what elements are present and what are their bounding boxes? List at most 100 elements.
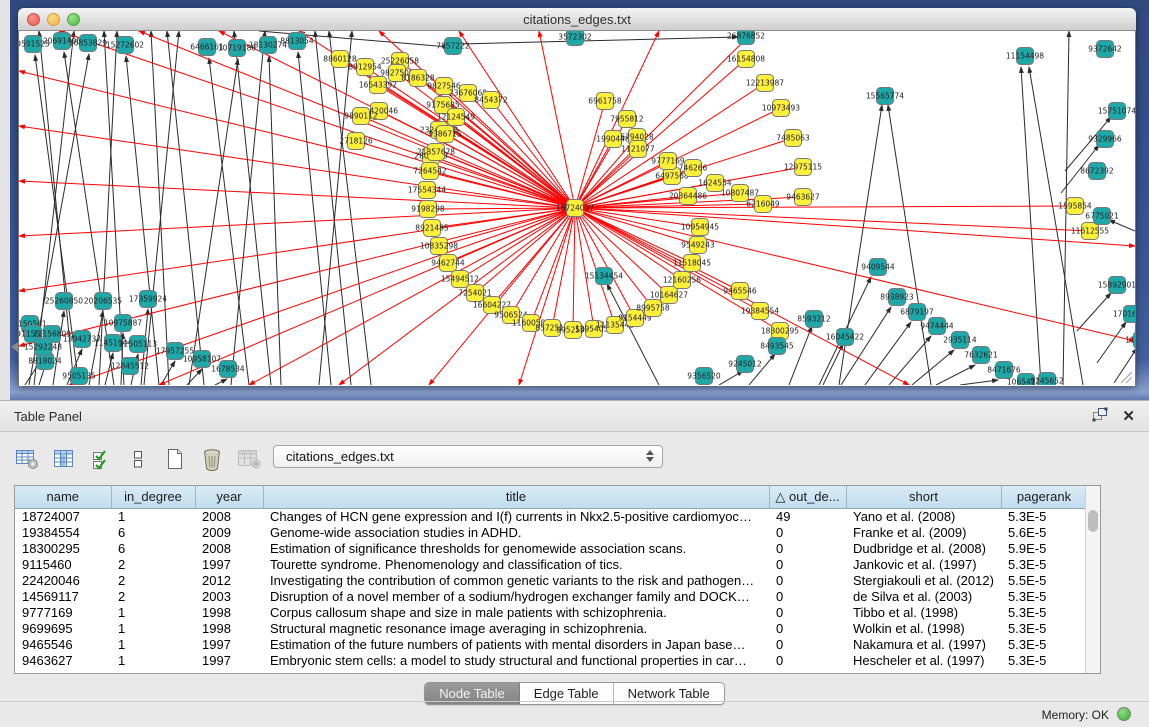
graph-edge[interactable] (719, 371, 743, 385)
graph-node-label: 11518045 (673, 259, 711, 268)
graph-edge[interactable] (552, 208, 575, 328)
network-canvas[interactable]: 8860128891295425226058982750816543392818… (18, 31, 1136, 386)
graph-edge[interactable] (539, 31, 575, 208)
graph-edge[interactable] (1021, 67, 1041, 385)
graph-edge[interactable] (429, 208, 575, 385)
select-rows-icon[interactable] (88, 446, 114, 472)
table-cell: 0 (769, 524, 846, 540)
table-cell: Yano et al. (2008) (846, 508, 1001, 524)
graph-edge[interactable] (1077, 293, 1111, 331)
graph-edge[interactable] (460, 208, 575, 279)
graph-edge[interactable] (19, 208, 575, 346)
graph-node-label: 9198298 (411, 205, 445, 214)
graph-node-label: 16853829 (69, 39, 107, 48)
column-header[interactable]: in_degree (111, 486, 195, 508)
graph-node-label: 18724007 (556, 204, 594, 213)
column-header[interactable]: name (15, 486, 111, 508)
graph-edge[interactable] (936, 365, 975, 385)
network-window-titlebar[interactable]: citations_edges.txt (18, 8, 1136, 31)
graph-edge[interactable] (1109, 220, 1135, 231)
graph-edge[interactable] (356, 141, 575, 208)
graph-edge[interactable] (249, 208, 575, 385)
graph-edge[interactable] (315, 31, 351, 385)
table-row[interactable]: 1830029562008Estimation of significance … (15, 540, 1087, 556)
import-table-icon-disabled[interactable] (236, 446, 262, 472)
table-mode-icon[interactable] (14, 446, 40, 472)
table-cell: 2003 (195, 588, 263, 604)
graph-edge[interactable] (144, 31, 179, 385)
close-panel-icon[interactable]: ✕ (1122, 408, 1135, 426)
graph-edge[interactable] (167, 31, 204, 385)
table-row[interactable]: 1456911722003Disruption of a novel membe… (15, 588, 1087, 604)
table-row[interactable]: 946554611997Estimation of the future num… (15, 636, 1087, 652)
graph-edge[interactable] (575, 208, 1135, 341)
table-row[interactable]: 1872400712008Changes of HCN gene express… (15, 508, 1087, 524)
row-height-icon[interactable] (125, 446, 151, 472)
graph-edge[interactable] (575, 149, 638, 208)
column-header[interactable]: pagerank (1001, 486, 1087, 508)
table-row[interactable]: 969969511998Structural magnetic resonanc… (15, 620, 1087, 636)
graph-edge[interactable] (456, 117, 575, 208)
column-header[interactable]: title (263, 486, 769, 508)
delete-rows-trash-icon[interactable] (199, 446, 225, 472)
graph-node-label: 16045422 (826, 333, 864, 342)
resize-grip-icon[interactable] (1117, 368, 1133, 384)
table-cell: 1998 (195, 604, 263, 620)
graph-edge[interactable] (461, 37, 738, 44)
graph-edge[interactable] (865, 322, 911, 385)
table-row[interactable]: 946362711997Embryonic stem cells: a mode… (15, 652, 1087, 668)
table-cell: 9115460 (15, 556, 111, 572)
graph-edge[interactable] (575, 208, 669, 295)
table-row[interactable]: 1938455462009Genome-wide association stu… (15, 524, 1087, 540)
graph-edge[interactable] (432, 208, 575, 228)
graph-edge[interactable] (448, 208, 575, 263)
scrollbar-thumb[interactable] (1088, 510, 1098, 532)
graph-edge[interactable] (575, 208, 692, 263)
graph-edge[interactable] (444, 86, 575, 208)
table-vertical-scrollbar[interactable] (1085, 486, 1100, 673)
graph-edge[interactable] (519, 208, 575, 385)
graph-edge[interactable] (960, 380, 998, 385)
table-cell: 0 (769, 604, 846, 620)
graph-node-label: 15494512 (441, 275, 479, 284)
column-header[interactable]: short (846, 486, 1001, 508)
memory-status-indicator[interactable] (1117, 707, 1131, 721)
table-row[interactable]: 2242004622012Investigating the contribut… (15, 572, 1087, 588)
graph-edge[interactable] (1097, 322, 1126, 363)
graph-edge[interactable] (511, 208, 575, 315)
graph-edge[interactable] (231, 31, 265, 385)
graph-edge[interactable] (59, 31, 575, 208)
graph-edge[interactable] (431, 156, 575, 208)
graph-edge[interactable] (531, 208, 575, 323)
graph-node-label: 9890112 (344, 112, 378, 121)
graph-edge[interactable] (575, 208, 1135, 246)
new-table-icon[interactable] (162, 446, 188, 472)
graph-edge[interactable] (573, 208, 575, 330)
graph-edge[interactable] (19, 181, 575, 208)
network-desktop: citations_edges.txt 88601288912954252260… (10, 0, 1149, 400)
graph-edge[interactable] (189, 59, 238, 385)
graph-edge[interactable] (575, 208, 653, 308)
table-row[interactable]: 911546021997Tourette syndrome. Phenomeno… (15, 556, 1087, 572)
graph-edge[interactable] (187, 369, 202, 385)
collapse-splitter-arrow-icon[interactable] (11, 342, 18, 352)
graph-edge[interactable] (361, 116, 575, 208)
table-row[interactable]: 977716911998Corpus callosum shape and si… (15, 604, 1087, 620)
graph-edge[interactable] (339, 208, 575, 385)
column-header[interactable]: year (195, 486, 263, 508)
network-canvas-svg[interactable]: 8860128891295425226058982750816543392818… (19, 31, 1135, 385)
graph-edge[interactable] (209, 58, 249, 385)
show-columns-icon[interactable] (51, 446, 77, 472)
graph-edge[interactable] (575, 208, 682, 280)
table-panel-header: Table Panel ✕ (0, 401, 1149, 432)
graph-edge[interactable] (912, 350, 954, 385)
table-cell: 1 (111, 620, 195, 636)
graph-edge[interactable] (215, 379, 227, 385)
graph-edge[interactable] (445, 134, 575, 208)
graph-node-label: 21357678 (417, 148, 455, 157)
column-header[interactable]: △ out_de... (769, 486, 846, 508)
float-panel-icon[interactable] (1092, 407, 1108, 427)
table-cell: Tourette syndrome. Phenomenology and cla… (263, 556, 769, 572)
table-selector-dropdown[interactable]: citations_edges.txt (273, 445, 663, 468)
graph-edge[interactable] (234, 31, 271, 385)
